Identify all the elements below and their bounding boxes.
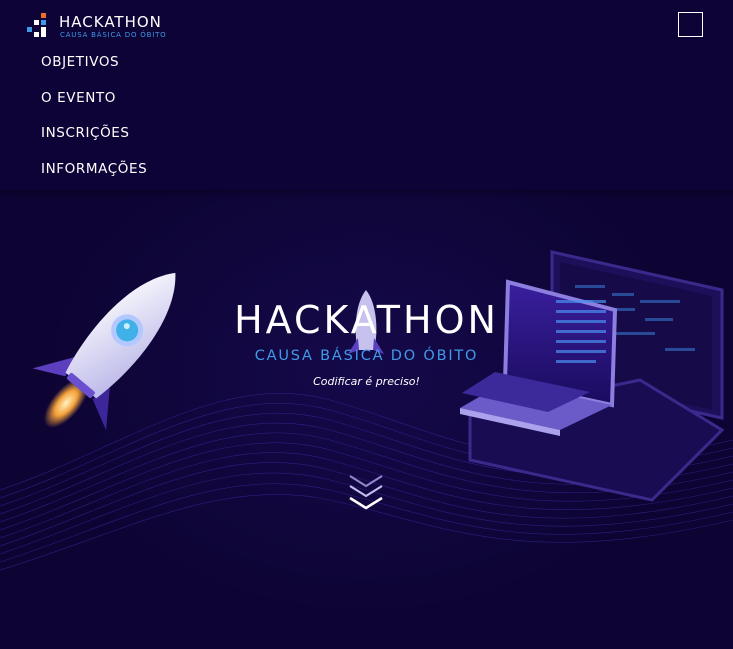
- hero-section: HACKATHON CAUSA BÁSICA DO ÓBITO Codifica…: [0, 190, 733, 649]
- hero-subtitle: CAUSA BÁSICA DO ÓBITO: [254, 348, 479, 364]
- hero-tagline: Codificar é preciso!: [313, 375, 420, 388]
- nav-item-o-evento[interactable]: O EVENTO: [41, 88, 147, 124]
- hamburger-menu-button[interactable]: [678, 12, 703, 37]
- hero-title: HACKATHON: [234, 298, 499, 342]
- nav-item-inscricoes[interactable]: INSCRIÇÕES: [41, 123, 147, 159]
- brand-subtitle: CAUSA BÁSICA DO ÓBITO: [60, 31, 167, 39]
- hero-illustration: [0, 250, 733, 571]
- main-nav: OBJETIVOS O EVENTO INSCRIÇÕES INFORMAÇÕE…: [41, 52, 147, 194]
- pixel-grid-logo-icon: [27, 13, 51, 37]
- nav-item-informacoes[interactable]: INFORMAÇÕES: [41, 159, 147, 195]
- double-chevron-down-icon: [349, 475, 383, 510]
- brand-logo[interactable]: HACKATHON CAUSA BÁSICA DO ÓBITO: [27, 13, 187, 41]
- brand-title: HACKATHON: [59, 13, 162, 31]
- top-navigation-bar: HACKATHON CAUSA BÁSICA DO ÓBITO OBJETIVO…: [0, 0, 733, 190]
- scroll-down-button[interactable]: [347, 472, 385, 514]
- nav-item-objetivos[interactable]: OBJETIVOS: [41, 52, 147, 88]
